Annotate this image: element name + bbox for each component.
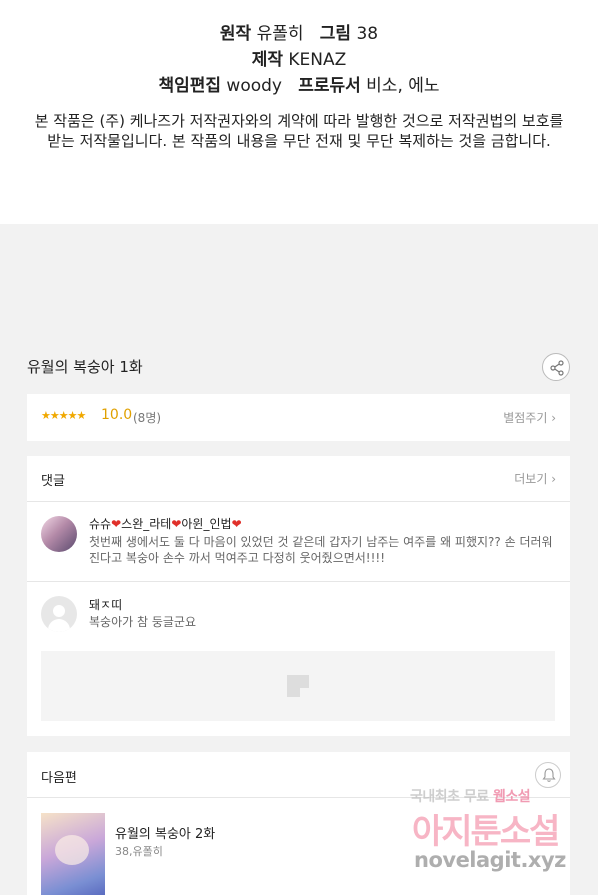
credits-section: 원작 유폴히 그림 38 제작 KENAZ 책임편집 woody 프로듀서 비소… bbox=[0, 0, 598, 224]
share-icon bbox=[550, 360, 564, 376]
watermark-text: 국내최초 무료 bbox=[410, 789, 489, 805]
art-value: 38 bbox=[356, 24, 379, 44]
next-episode-header: 다음편 bbox=[41, 771, 77, 786]
thumbnail-art bbox=[55, 835, 89, 865]
watermark: 국내최초 무료 웹소설 아지툰소설 novelagit.xyz bbox=[410, 786, 590, 886]
heart-icon: ❤ bbox=[171, 517, 182, 531]
notice-line-1: 본 작품은 (주) 케나즈가 저작권자와의 계약에 따라 발행한 것으로 저작권… bbox=[34, 112, 564, 130]
comment-nickname[interactable]: 슈슈❤스완_라테❤아윈_인법❤ bbox=[89, 515, 242, 532]
avatar-head-shape bbox=[53, 605, 65, 617]
editor-label: 책임편집 bbox=[158, 76, 222, 96]
comments-more-button[interactable]: 더보기 › bbox=[514, 470, 556, 487]
rating-count: (8명) bbox=[133, 411, 162, 425]
avatar[interactable] bbox=[41, 516, 77, 552]
credit-line-production: 제작 KENAZ bbox=[0, 48, 598, 72]
production-value: KENAZ bbox=[288, 50, 347, 70]
share-button[interactable] bbox=[542, 353, 570, 381]
art-label: 그림 bbox=[319, 24, 352, 44]
next-episode-author: 38,유폴히 bbox=[115, 845, 163, 858]
rating-score: 10.0 bbox=[101, 407, 133, 423]
original-label: 원작 bbox=[219, 24, 252, 44]
ad-placeholder[interactable] bbox=[41, 651, 555, 721]
editor-value: woody bbox=[226, 76, 282, 96]
comment-text: 복숭아가 참 둥글군요 bbox=[89, 615, 196, 629]
rating-stars: ★★★★★ bbox=[41, 409, 86, 422]
producer-value: 비소, 에노 bbox=[366, 76, 440, 96]
rating-card: ★★★★★ 10.0 (8명) 별점주기 › bbox=[27, 394, 570, 441]
credit-line-original: 원작 유폴히 그림 38 bbox=[0, 22, 598, 46]
nick-part: 스완_라테 bbox=[121, 517, 172, 531]
comments-card: 댓글 더보기 › 슈슈❤스완_라테❤아윈_인법❤ 첫번째 생에서도 둘 다 마음… bbox=[27, 456, 570, 736]
watermark-line-2: 아지툰소설 bbox=[412, 812, 560, 852]
heart-icon: ❤ bbox=[111, 517, 122, 531]
comments-header: 댓글 bbox=[41, 474, 65, 489]
next-episode-thumbnail[interactable] bbox=[41, 813, 105, 895]
original-value: 유폴히 bbox=[256, 24, 304, 44]
copyright-notice: 본 작품은 (주) 케나즈가 저작권자와의 계약에 따라 발행한 것으로 저작권… bbox=[20, 111, 578, 151]
divider bbox=[27, 501, 570, 502]
notify-button[interactable] bbox=[535, 762, 561, 788]
credit-line-editor: 책임편집 woody 프로듀서 비소, 에노 bbox=[0, 74, 598, 98]
nick-part: 아윈_인법 bbox=[181, 517, 232, 531]
avatar-body-shape bbox=[48, 619, 70, 632]
episode-title: 유월의 복숭아 1화 bbox=[27, 358, 143, 376]
notice-line-2: 받는 저작물입니다. 본 작품의 내용을 무단 전재 및 무단 복제하는 것을 … bbox=[47, 132, 551, 150]
watermark-line-3: novelagit.xyz bbox=[414, 848, 566, 872]
comment-text: 첫번째 생에서도 둘 다 마음이 있었던 것 같은데 갑자기 남주는 여주를 왜… bbox=[89, 535, 553, 565]
nick-part: 슈슈 bbox=[89, 517, 112, 531]
comment-nickname[interactable]: 돼ㅈ띠 bbox=[89, 596, 122, 613]
rate-button[interactable]: 별점주기 › bbox=[503, 409, 556, 426]
watermark-line-1: 국내최초 무료 웹소설 bbox=[410, 786, 531, 806]
avatar[interactable] bbox=[41, 596, 77, 632]
next-episode-title[interactable]: 유월의 복숭아 2화 bbox=[115, 823, 215, 842]
divider bbox=[27, 581, 570, 582]
watermark-text: 웹소설 bbox=[493, 789, 531, 805]
bell-icon bbox=[542, 768, 556, 782]
production-label: 제작 bbox=[251, 50, 283, 70]
heart-icon: ❤ bbox=[231, 517, 242, 531]
image-placeholder-icon bbox=[287, 675, 309, 697]
producer-label: 프로듀서 bbox=[298, 76, 361, 96]
